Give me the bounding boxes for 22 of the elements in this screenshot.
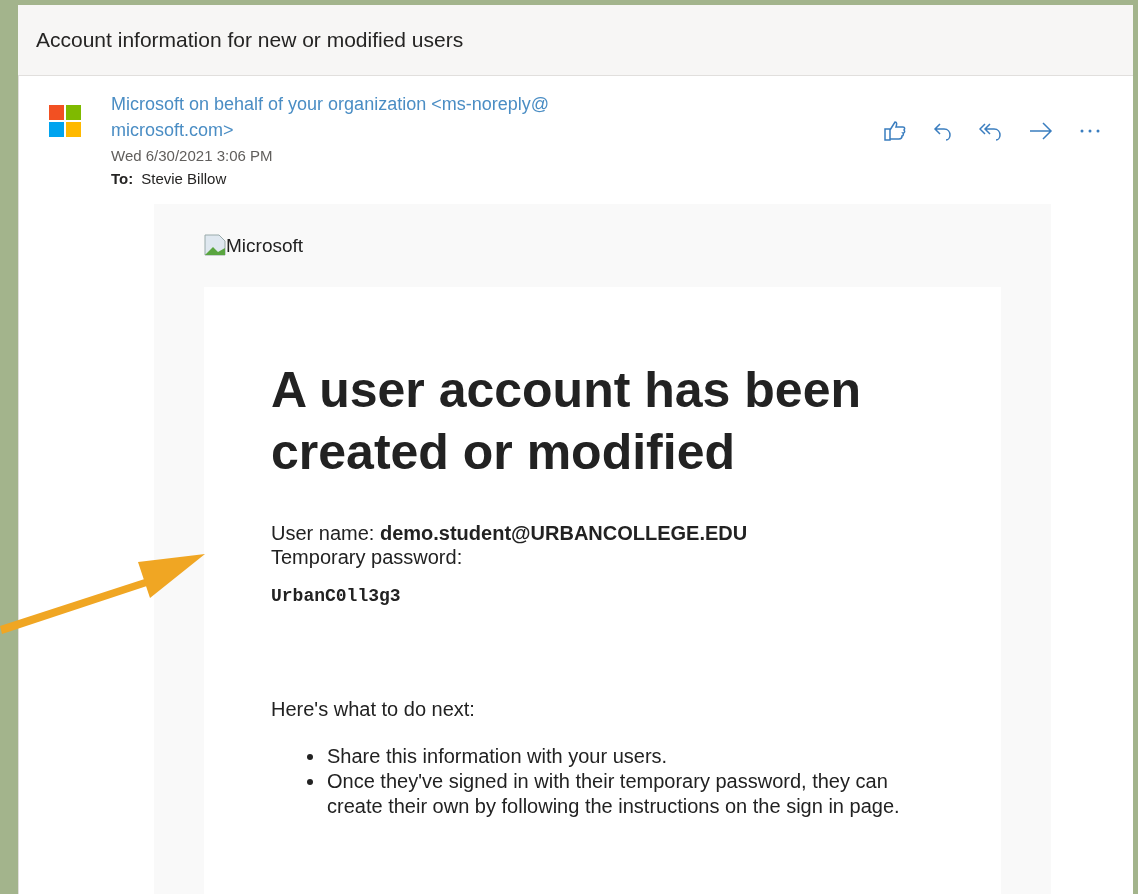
logo-alt-text: Microsoft [226, 236, 304, 256]
forward-icon[interactable] [1029, 120, 1053, 142]
heading: A user account has been created or modified [271, 361, 862, 482]
step-text: Share this information with your users. [327, 744, 668, 769]
bullet-icon [307, 779, 313, 785]
temporary-password: UrbanC0ll3g3 [271, 585, 402, 608]
email-subject: Account information for new or modified users [36, 27, 464, 54]
bullet-icon [307, 754, 313, 760]
sender-name[interactable]: Microsoft on behalf of your organization <ms-noreply@ microsoft.com> [111, 91, 631, 143]
password-label: Temporary password: [271, 545, 464, 569]
like-icon[interactable] [883, 120, 907, 142]
reply-icon[interactable] [933, 120, 953, 142]
username-line: User name: demo.student@URBANCOLLEGE.EDU [271, 521, 749, 545]
next-steps-heading: Here's what to do next: [271, 697, 476, 722]
more-icon[interactable] [1079, 128, 1101, 134]
to-label: To: [111, 168, 134, 189]
step-text: Once they've signed in with their temporary password, they can create their own by following the instructions on the sign in page. [327, 769, 901, 819]
sent-date: Wed 6/30/2021 3:06 PM [111, 146, 274, 166]
broken-image-icon [204, 234, 226, 256]
logo-icon [47, 103, 83, 139]
reply-all-icon[interactable] [979, 120, 1003, 142]
recipient-name: Stevie Billow [141, 168, 227, 189]
